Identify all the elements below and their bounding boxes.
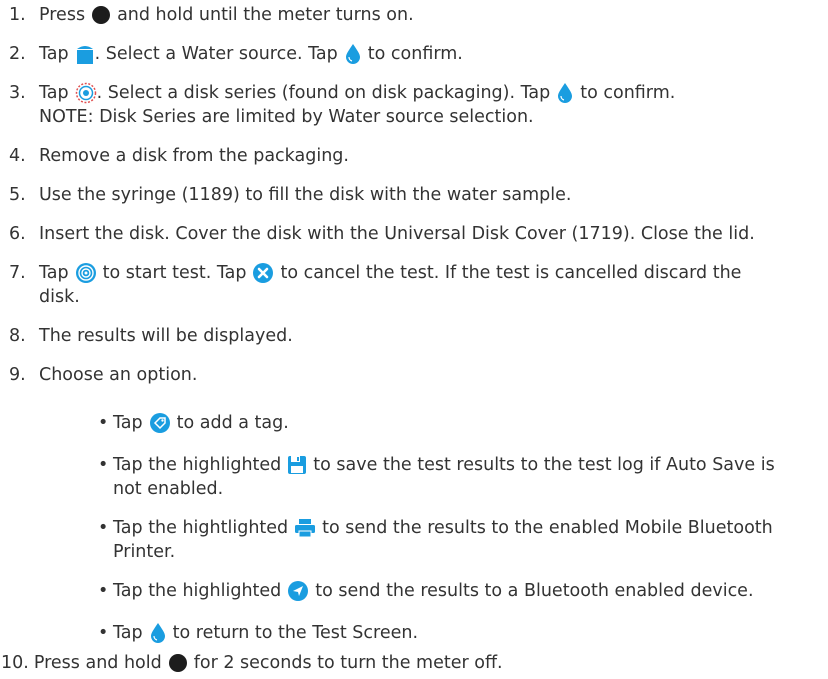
bullet: • (98, 455, 109, 475)
step-text: . Select a Water source. Tap (94, 44, 338, 64)
step-4: 4. Remove a disk from the packaging. (9, 143, 349, 169)
step-number: 6. (9, 224, 26, 244)
option-text: Tap the highlighted (113, 455, 282, 475)
option-text: Tap (113, 623, 143, 643)
bullet: • (98, 623, 109, 643)
bullet: • (98, 413, 109, 433)
option-add-tag: • Tap to add a tag. (0, 410, 289, 436)
step-text: Press (39, 5, 86, 25)
option-print: • Tap the hightlighted to send the resul… (0, 515, 773, 541)
step-text: to confirm. (580, 83, 676, 103)
step-text: for 2 seconds to turn the meter off. (193, 653, 503, 673)
option-return: • Tap to return to the Test Screen. (0, 620, 418, 646)
bullet: • (98, 518, 109, 538)
step-number: 1. (9, 5, 26, 25)
step-text: Tap (39, 44, 69, 64)
save-icon (287, 455, 307, 475)
option-text: to return to the Test Screen. (172, 623, 419, 643)
step-text: to cancel the test. If the test is cance… (280, 263, 742, 283)
step-text: Press and hold (33, 653, 162, 673)
option-text: Tap the highlighted (113, 581, 282, 601)
step-1: 1. Press and hold until the meter turns … (9, 2, 414, 28)
step-number: 5. (9, 185, 26, 205)
power-button-icon (91, 5, 111, 25)
step-number: 9. (9, 365, 26, 385)
step-text: Use the syringe (1189) to fill the disk … (39, 185, 572, 205)
step-text: Choose an option. (39, 365, 198, 385)
option-send: • Tap the highlighted to send the result… (0, 578, 754, 604)
step-text: The results will be displayed. (39, 326, 293, 346)
step-7-continuation: disk. (39, 287, 80, 307)
option-print-continuation: Printer. (113, 542, 176, 562)
water-source-icon (75, 43, 95, 65)
start-test-icon (75, 262, 97, 284)
option-text: to save the test results to the test log… (313, 455, 775, 475)
step-text: Remove a disk from the packaging. (39, 146, 349, 166)
option-text: to send the results to the enabled Mobil… (322, 518, 773, 538)
disk-series-icon (75, 82, 97, 104)
step-number: 3. (9, 83, 26, 103)
option-text: Tap the hightlighted (113, 518, 289, 538)
step-5: 5. Use the syringe (1189) to fill the di… (9, 182, 571, 208)
option-save: • Tap the highlighted to save the test r… (0, 452, 775, 478)
water-drop-icon (344, 43, 362, 65)
bullet: • (98, 581, 109, 601)
step-3-note: NOTE: Disk Series are limited by Water s… (39, 107, 534, 127)
step-10: 10. Press and hold for 2 seconds to turn… (0, 650, 503, 676)
step-text: Insert the disk. Cover the disk with the… (39, 224, 755, 244)
step-text: to confirm. (367, 44, 463, 64)
step-number: 8. (9, 326, 26, 346)
step-text: Tap (39, 263, 69, 283)
step-8: 8. The results will be displayed. (9, 323, 293, 349)
option-save-continuation: not enabled. (113, 479, 224, 499)
printer-icon (294, 518, 316, 538)
tag-icon (149, 412, 171, 434)
step-number: 2. (9, 44, 26, 64)
send-icon (287, 580, 309, 602)
instructions-document: 1. Press and hold until the meter turns … (0, 0, 828, 679)
step-6: 6. Insert the disk. Cover the disk with … (9, 221, 755, 247)
step-number: 10. (1, 653, 29, 673)
step-2: 2. Tap . Select a Water source. Tap to c… (9, 41, 463, 67)
step-3: 3. Tap . Select a disk series (found on … (9, 80, 675, 106)
water-drop-icon (556, 82, 574, 104)
step-text: and hold until the meter turns on. (117, 5, 414, 25)
step-number: 7. (9, 263, 26, 283)
water-drop-icon (149, 622, 167, 644)
step-number: 4. (9, 146, 26, 166)
option-text: to send the results to a Bluetooth enabl… (315, 581, 754, 601)
step-text: Tap (39, 83, 69, 103)
step-text: to start test. Tap (102, 263, 247, 283)
option-text: to add a tag. (176, 413, 289, 433)
step-9: 9. Choose an option. (9, 362, 197, 388)
option-text: Tap (113, 413, 143, 433)
power-button-icon (168, 653, 188, 673)
step-text: . Select a disk series (found on disk pa… (96, 83, 551, 103)
cancel-x-icon (252, 262, 274, 284)
step-7: 7. Tap to start test. Tap to cancel the … (9, 260, 741, 286)
